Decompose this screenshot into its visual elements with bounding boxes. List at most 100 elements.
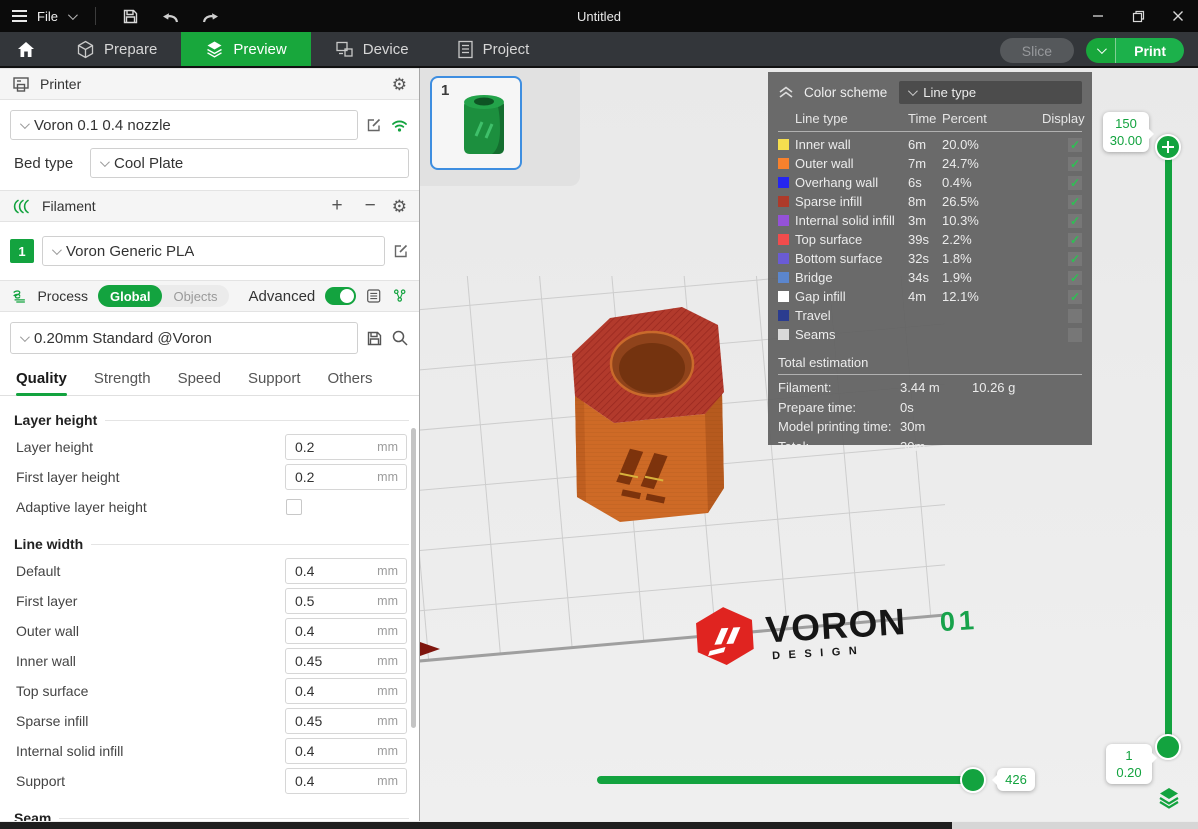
time-value: 6s <box>908 175 942 190</box>
display-checkbox[interactable]: ✓ <box>1068 138 1082 152</box>
line-width-inner-wall-input[interactable]: 0.45mm <box>285 648 407 674</box>
file-menu[interactable]: File <box>37 9 58 24</box>
plate-thumbnail[interactable]: 1 <box>430 76 522 170</box>
save-preset-icon[interactable] <box>366 330 383 347</box>
sliced-model[interactable] <box>562 292 737 530</box>
filament-settings-gear-icon[interactable]: ⚙ <box>392 198 407 215</box>
add-filament-button[interactable]: + <box>326 195 349 217</box>
line-width-first-layer-input[interactable]: 0.5mm <box>285 588 407 614</box>
tab-preview[interactable]: Preview <box>181 32 310 66</box>
display-checkbox[interactable] <box>1068 328 1082 342</box>
tab-device[interactable]: Device <box>311 32 433 66</box>
percent-value: 24.7% <box>942 156 1042 171</box>
color-scheme-select[interactable]: Line type <box>899 81 1082 104</box>
group-title-layer-height: Layer height <box>14 412 97 428</box>
display-checkbox[interactable]: ✓ <box>1068 252 1082 266</box>
total-label: Filament: <box>778 380 900 395</box>
color-swatch <box>778 253 789 264</box>
parameter-graph-icon[interactable] <box>392 287 407 305</box>
tab-speed[interactable]: Speed <box>178 362 221 396</box>
tab-prepare[interactable]: Prepare <box>52 32 181 66</box>
param-row: Support0.4mm <box>0 766 419 796</box>
path-slider-track[interactable] <box>597 776 985 784</box>
legend-row: Inner wall6m20.0%✓ <box>778 135 1082 154</box>
adaptive-layer-height-checkbox[interactable] <box>286 499 302 515</box>
undo-button[interactable] <box>156 4 186 28</box>
line-width-outer-wall-input[interactable]: 0.4mm <box>285 618 407 644</box>
param-value: 0.4 <box>286 563 314 579</box>
close-button[interactable] <box>1158 0 1198 32</box>
total-value: 30m <box>900 419 972 434</box>
display-checkbox[interactable]: ✓ <box>1068 214 1082 228</box>
collapse-panel-icon[interactable] <box>778 85 794 99</box>
redo-button[interactable] <box>196 4 226 28</box>
filament-preset-value: Voron Generic PLA <box>66 243 194 260</box>
tab-support[interactable]: Support <box>248 362 301 396</box>
layer-height-input[interactable]: 0.2mm <box>285 434 407 460</box>
bed-type-select[interactable]: Cool Plate <box>90 148 409 178</box>
print-button[interactable]: Print <box>1116 38 1184 63</box>
layer-slider-top-tooltip: 150 30.00 <box>1103 112 1149 152</box>
tab-project[interactable]: Project <box>433 32 554 66</box>
edit-icon[interactable] <box>393 243 409 259</box>
print-dropdown-button[interactable] <box>1086 38 1116 63</box>
tab-prepare-label: Prepare <box>104 41 157 58</box>
list-settings-icon[interactable] <box>366 287 381 305</box>
param-unit: mm <box>377 654 398 668</box>
line-width-internal-solid-input[interactable]: 0.4mm <box>285 738 407 764</box>
remove-filament-button[interactable]: − <box>359 195 382 217</box>
param-label: First layer height <box>16 469 285 485</box>
display-checkbox[interactable] <box>1068 309 1082 323</box>
chevron-down-icon[interactable] <box>68 10 78 20</box>
wifi-icon[interactable] <box>390 117 409 133</box>
tab-preview-label: Preview <box>233 41 286 58</box>
menu-icon[interactable] <box>12 10 27 22</box>
display-checkbox[interactable]: ✓ <box>1068 157 1082 171</box>
line-width-default-input[interactable]: 0.4mm <box>285 558 407 584</box>
save-button[interactable] <box>116 4 146 28</box>
param-row: Adaptive layer height <box>0 492 419 522</box>
scope-global[interactable]: Global <box>98 285 162 307</box>
display-checkbox[interactable]: ✓ <box>1068 195 1082 209</box>
display-checkbox[interactable]: ✓ <box>1068 290 1082 304</box>
display-checkbox[interactable]: ✓ <box>1068 176 1082 190</box>
printer-preset-select[interactable]: Voron 0.1 0.4 nozzle <box>10 110 358 140</box>
advanced-toggle[interactable] <box>325 287 356 305</box>
process-section-title: Process <box>37 288 88 304</box>
param-label: Outer wall <box>16 623 285 639</box>
edit-icon[interactable] <box>366 117 382 133</box>
viewport-3d[interactable]: VORON DESIGN 01 <box>420 68 1198 821</box>
legend-row: Travel <box>778 306 1082 325</box>
tab-quality[interactable]: Quality <box>16 362 67 396</box>
color-swatch <box>778 329 789 340</box>
color-swatch <box>778 215 789 226</box>
display-checkbox[interactable]: ✓ <box>1068 233 1082 247</box>
search-icon[interactable] <box>391 329 409 347</box>
sidebar-scrollbar[interactable] <box>411 428 416 728</box>
printer-settings-gear-icon[interactable]: ⚙ <box>392 76 407 93</box>
param-unit: mm <box>377 714 398 728</box>
display-checkbox[interactable]: ✓ <box>1068 271 1082 285</box>
layers-mode-icon[interactable] <box>1157 786 1181 810</box>
scope-objects[interactable]: Objects <box>162 289 228 304</box>
restore-icon <box>1132 10 1145 23</box>
color-swatch <box>778 158 789 169</box>
line-width-top-surface-input[interactable]: 0.4mm <box>285 678 407 704</box>
slice-button[interactable]: Slice <box>1000 38 1074 63</box>
tab-home[interactable] <box>0 32 52 66</box>
first-layer-height-input[interactable]: 0.2mm <box>285 464 407 490</box>
time-value: 8m <box>908 194 942 209</box>
path-slider-handle[interactable] <box>960 767 986 793</box>
minimize-button[interactable] <box>1078 0 1118 32</box>
process-preset-select[interactable]: 0.20mm Standard @Voron <box>10 322 358 354</box>
line-width-sparse-infill-input[interactable]: 0.45mm <box>285 708 407 734</box>
line-width-support-input[interactable]: 0.4mm <box>285 768 407 794</box>
filament-slot-badge[interactable]: 1 <box>10 239 34 263</box>
maximize-button[interactable] <box>1118 0 1158 32</box>
tab-strength[interactable]: Strength <box>94 362 151 396</box>
legend-row: Internal solid infill3m10.3%✓ <box>778 211 1082 230</box>
filament-preset-select[interactable]: Voron Generic PLA <box>42 236 385 266</box>
tab-others[interactable]: Others <box>328 362 373 396</box>
process-scope-toggle[interactable]: Global Objects <box>98 285 229 307</box>
layer-slider-track[interactable] <box>1165 150 1172 747</box>
